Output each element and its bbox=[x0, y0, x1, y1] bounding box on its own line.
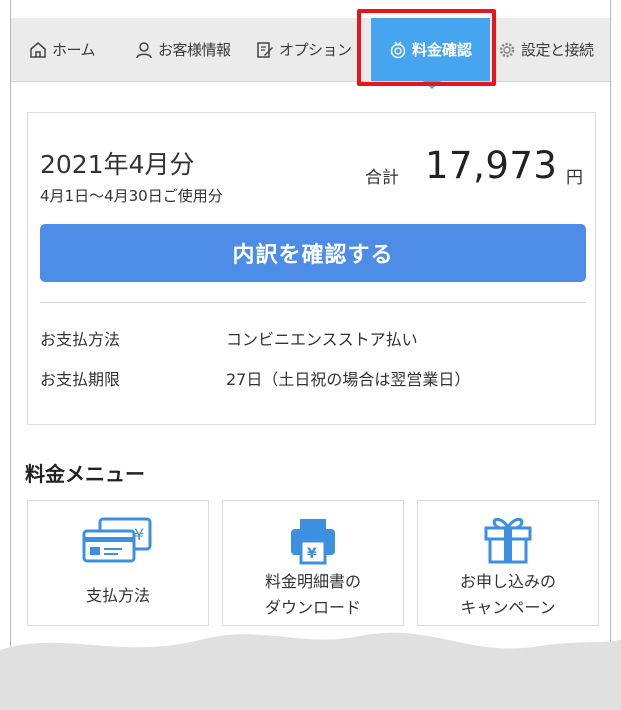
app-frame: ホーム お客様情報 オプション 料金確認 設定と接続 2021年4月分 4月1日… bbox=[10, 0, 611, 650]
nav-item-customer-info[interactable]: お客様情報 bbox=[135, 18, 231, 81]
user-icon bbox=[136, 41, 152, 58]
nav-item-label: オプション bbox=[279, 41, 352, 59]
nav-item-settings[interactable]: 設定と接続 bbox=[498, 18, 594, 81]
torn-edge bbox=[0, 632, 621, 710]
payment-method-label: お支払方法 bbox=[40, 330, 121, 349]
highlight-box bbox=[357, 9, 496, 86]
nav-item-label: 設定と接続 bbox=[521, 41, 594, 59]
total-amount: 17,973 bbox=[425, 144, 558, 187]
home-icon bbox=[30, 41, 46, 58]
view-breakdown-button[interactable]: 内訳を確認する bbox=[40, 224, 586, 282]
printer-yen-icon: ¥ bbox=[291, 519, 335, 565]
top-nav: ホーム お客様情報 オプション 料金確認 設定と接続 bbox=[11, 18, 610, 82]
payment-cards-icon: ¥ bbox=[82, 517, 152, 563]
nav-item-options[interactable]: オプション bbox=[256, 18, 352, 81]
usage-period: 4月1日～4月30日ご使用分 bbox=[40, 187, 223, 205]
nav-item-home[interactable]: ホーム bbox=[29, 18, 96, 81]
billing-month: 2021年4月分 bbox=[40, 150, 195, 179]
payment-due-value: 27日（土日祝の場合は翌営業日） bbox=[226, 370, 471, 389]
payment-due-label: お支払期限 bbox=[40, 370, 121, 389]
total-label: 合計 bbox=[365, 168, 399, 188]
billing-menu-title: 料金メニュー bbox=[25, 462, 145, 486]
nav-item-label: ホーム bbox=[52, 41, 96, 59]
svg-text:¥: ¥ bbox=[134, 525, 144, 544]
divider bbox=[40, 302, 586, 303]
payment-method-value: コンビニエンスストア払い bbox=[226, 330, 418, 349]
gear-icon bbox=[499, 42, 515, 57]
nav-item-label: お客様情報 bbox=[158, 41, 231, 59]
gift-icon bbox=[484, 517, 532, 564]
currency-unit: 円 bbox=[566, 168, 583, 188]
billing-summary-card: 2021年4月分 4月1日～4月30日ご使用分 合計 17,973 円 内訳を確… bbox=[27, 112, 596, 425]
edit-icon bbox=[257, 41, 273, 58]
